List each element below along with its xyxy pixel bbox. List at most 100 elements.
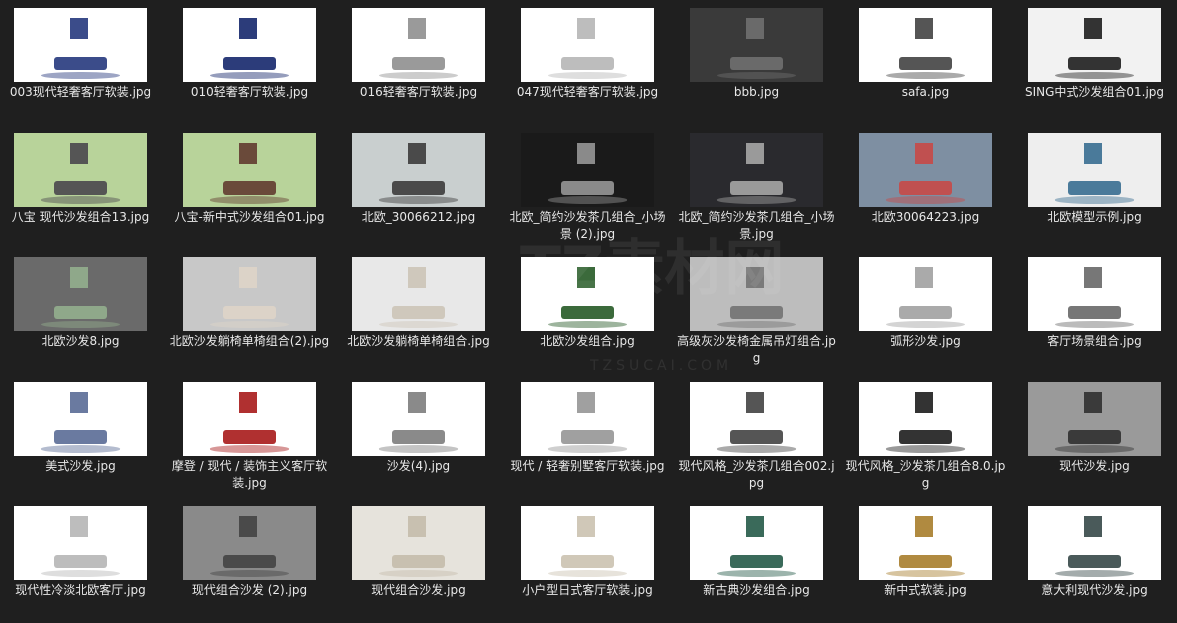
- file-name[interactable]: 003现代轻奢客厅软装.jpg: [0, 84, 161, 101]
- file-name[interactable]: 八宝 现代沙发组合13.jpg: [0, 209, 161, 226]
- file-thumbnail[interactable]: [14, 132, 147, 207]
- file-thumbnail[interactable]: [690, 381, 823, 456]
- file-name[interactable]: 现代性冷淡北欧客厅.jpg: [0, 582, 161, 599]
- file-item[interactable]: 北欧模型示例.jpg: [1010, 125, 1177, 250]
- file-name[interactable]: 北欧沙发组合.jpg: [507, 333, 668, 350]
- file-name[interactable]: 摩登 / 现代 / 装饰主义客厅软装.jpg: [169, 458, 330, 492]
- file-item[interactable]: 016轻奢客厅软装.jpg: [334, 0, 503, 125]
- file-item[interactable]: 意大利现代沙发.jpg: [1010, 498, 1177, 623]
- file-name[interactable]: 现代沙发.jpg: [1014, 458, 1175, 475]
- file-item[interactable]: 北欧_简约沙发茶几组合_小场景.jpg: [672, 125, 841, 250]
- file-thumbnail[interactable]: [14, 506, 147, 580]
- file-thumbnail[interactable]: [1028, 8, 1161, 82]
- file-thumbnail[interactable]: [521, 132, 654, 207]
- file-thumbnail[interactable]: [521, 506, 654, 580]
- file-item[interactable]: 现代组合沙发.jpg: [334, 498, 503, 623]
- file-thumbnail[interactable]: [1028, 506, 1161, 580]
- file-item[interactable]: 003现代轻奢客厅软装.jpg: [0, 0, 165, 125]
- file-item[interactable]: SING中式沙发组合01.jpg: [1010, 0, 1177, 125]
- file-name[interactable]: 016轻奢客厅软装.jpg: [338, 84, 499, 101]
- file-item[interactable]: 北欧沙发组合.jpg: [503, 249, 672, 374]
- file-name[interactable]: 现代风格_沙发茶几组合002.jpg: [676, 458, 837, 492]
- file-thumbnail[interactable]: [183, 257, 316, 331]
- file-thumbnail[interactable]: [1028, 132, 1161, 207]
- file-item[interactable]: safa.jpg: [841, 0, 1010, 125]
- file-thumbnail[interactable]: [352, 132, 485, 207]
- file-item[interactable]: 现代组合沙发 (2).jpg: [165, 498, 334, 623]
- file-item[interactable]: 现代风格_沙发茶几组合8.0.jpg: [841, 374, 1010, 499]
- file-item[interactable]: 摩登 / 现代 / 装饰主义客厅软装.jpg: [165, 374, 334, 499]
- file-thumbnail[interactable]: [690, 132, 823, 207]
- file-name[interactable]: bbb.jpg: [676, 84, 837, 101]
- file-name[interactable]: 北欧沙发8.jpg: [0, 333, 161, 350]
- file-thumbnail[interactable]: [183, 8, 316, 82]
- file-name[interactable]: 八宝-新中式沙发组合01.jpg: [169, 209, 330, 226]
- file-name[interactable]: 北欧模型示例.jpg: [1014, 209, 1175, 226]
- file-thumbnail[interactable]: [859, 132, 992, 207]
- file-name[interactable]: 美式沙发.jpg: [0, 458, 161, 475]
- file-name[interactable]: 沙发(4).jpg: [338, 458, 499, 475]
- file-thumbnail[interactable]: [859, 381, 992, 456]
- file-item[interactable]: 弧形沙发.jpg: [841, 249, 1010, 374]
- file-item[interactable]: 北欧30064223.jpg: [841, 125, 1010, 250]
- file-item[interactable]: 现代性冷淡北欧客厅.jpg: [0, 498, 165, 623]
- file-item[interactable]: 高级灰沙发椅金属吊灯组合.jpg: [672, 249, 841, 374]
- file-thumbnail[interactable]: [14, 381, 147, 456]
- file-name[interactable]: 北欧沙发躺椅单椅组合(2).jpg: [169, 333, 330, 350]
- file-name[interactable]: 北欧30064223.jpg: [845, 209, 1006, 226]
- file-item[interactable]: 客厅场景组合.jpg: [1010, 249, 1177, 374]
- file-name[interactable]: 现代风格_沙发茶几组合8.0.jpg: [845, 458, 1006, 492]
- file-name[interactable]: 北欧_30066212.jpg: [338, 209, 499, 226]
- file-thumbnail[interactable]: [690, 257, 823, 331]
- file-thumbnail[interactable]: [183, 506, 316, 580]
- file-thumbnail[interactable]: [14, 257, 147, 331]
- file-item[interactable]: 新中式软装.jpg: [841, 498, 1010, 623]
- file-name[interactable]: 现代 / 轻奢别墅客厅软装.jpg: [507, 458, 668, 475]
- file-thumbnail[interactable]: [352, 506, 485, 580]
- file-name[interactable]: 北欧_简约沙发茶几组合_小场景 (2).jpg: [507, 209, 668, 243]
- file-name[interactable]: 北欧沙发躺椅单椅组合.jpg: [338, 333, 499, 350]
- file-name[interactable]: 意大利现代沙发.jpg: [1014, 582, 1175, 599]
- file-thumbnail[interactable]: [521, 8, 654, 82]
- file-item[interactable]: 北欧沙发躺椅单椅组合(2).jpg: [165, 249, 334, 374]
- file-item[interactable]: 北欧_30066212.jpg: [334, 125, 503, 250]
- file-name[interactable]: 010轻奢客厅软装.jpg: [169, 84, 330, 101]
- file-item[interactable]: 010轻奢客厅软装.jpg: [165, 0, 334, 125]
- file-item[interactable]: 沙发(4).jpg: [334, 374, 503, 499]
- file-item[interactable]: 北欧沙发8.jpg: [0, 249, 165, 374]
- file-thumbnail[interactable]: [690, 506, 823, 580]
- file-thumbnail[interactable]: [521, 381, 654, 456]
- file-item[interactable]: 北欧_简约沙发茶几组合_小场景 (2).jpg: [503, 125, 672, 250]
- file-item[interactable]: bbb.jpg: [672, 0, 841, 125]
- file-item[interactable]: 新古典沙发组合.jpg: [672, 498, 841, 623]
- file-item[interactable]: 现代风格_沙发茶几组合002.jpg: [672, 374, 841, 499]
- file-name[interactable]: 现代组合沙发 (2).jpg: [169, 582, 330, 599]
- file-thumbnail[interactable]: [14, 8, 147, 82]
- file-thumbnail[interactable]: [1028, 257, 1161, 331]
- file-thumbnail[interactable]: [352, 381, 485, 456]
- file-name[interactable]: 客厅场景组合.jpg: [1014, 333, 1175, 350]
- file-name[interactable]: 现代组合沙发.jpg: [338, 582, 499, 599]
- file-name[interactable]: 047现代轻奢客厅软装.jpg: [507, 84, 668, 101]
- file-thumbnail[interactable]: [859, 257, 992, 331]
- file-thumbnail[interactable]: [352, 257, 485, 331]
- file-name[interactable]: 新中式软装.jpg: [845, 582, 1006, 599]
- file-item[interactable]: 047现代轻奢客厅软装.jpg: [503, 0, 672, 125]
- file-name[interactable]: safa.jpg: [845, 84, 1006, 101]
- file-name[interactable]: 北欧_简约沙发茶几组合_小场景.jpg: [676, 209, 837, 243]
- file-item[interactable]: 八宝-新中式沙发组合01.jpg: [165, 125, 334, 250]
- file-thumbnail[interactable]: [1028, 381, 1161, 456]
- file-thumbnail[interactable]: [690, 8, 823, 82]
- file-name[interactable]: SING中式沙发组合01.jpg: [1014, 84, 1175, 101]
- file-thumbnail[interactable]: [859, 506, 992, 580]
- file-name[interactable]: 高级灰沙发椅金属吊灯组合.jpg: [676, 333, 837, 367]
- file-name[interactable]: 小户型日式客厅软装.jpg: [507, 582, 668, 599]
- file-item[interactable]: 现代 / 轻奢别墅客厅软装.jpg: [503, 374, 672, 499]
- file-item[interactable]: 美式沙发.jpg: [0, 374, 165, 499]
- file-item[interactable]: 北欧沙发躺椅单椅组合.jpg: [334, 249, 503, 374]
- file-thumbnail[interactable]: [352, 8, 485, 82]
- file-name[interactable]: 新古典沙发组合.jpg: [676, 582, 837, 599]
- file-item[interactable]: 现代沙发.jpg: [1010, 374, 1177, 499]
- file-name[interactable]: 弧形沙发.jpg: [845, 333, 1006, 350]
- file-thumbnail[interactable]: [859, 8, 992, 82]
